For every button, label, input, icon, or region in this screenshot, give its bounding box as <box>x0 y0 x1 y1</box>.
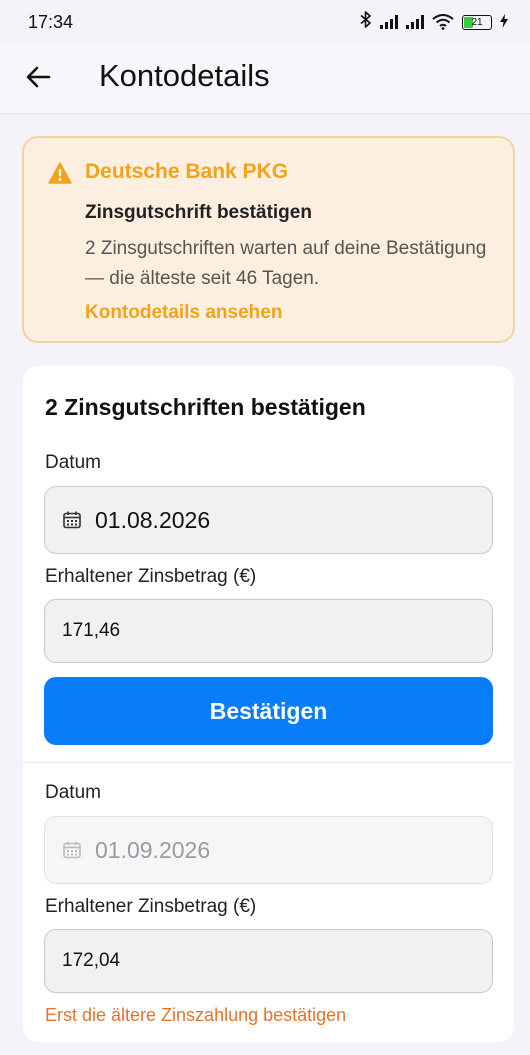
alert-heading: Zinsgutschrift bestätigen <box>85 202 312 223</box>
date-field[interactable]: 01.08.2026 <box>44 486 493 554</box>
amount-input[interactable]: 172,04 <box>44 929 493 993</box>
amount-label: Erhaltener Zinsbetrag (€) <box>45 566 257 587</box>
pending-interest-alert: Deutsche Bank PKG Zinsgutschrift bestäti… <box>22 136 515 343</box>
amount-label: Erhaltener Zinsbetrag (€) <box>45 896 257 917</box>
date-value: 01.08.2026 <box>95 506 211 533</box>
date-value: 01.09.2026 <box>95 836 211 863</box>
status-icons: 21 <box>360 11 508 33</box>
date-label: Datum <box>45 452 101 473</box>
page-title: Kontodetails <box>99 58 270 93</box>
calendar-icon <box>62 840 82 860</box>
date-label: Datum <box>45 782 101 803</box>
app-bar: Kontodetails <box>0 44 530 114</box>
bluetooth-icon <box>360 11 372 33</box>
date-field-disabled: 01.09.2026 <box>44 816 493 884</box>
charging-icon <box>500 13 508 31</box>
alert-bank-name: Deutsche Bank PKG <box>85 160 289 183</box>
calendar-icon <box>62 510 82 530</box>
wifi-icon <box>432 14 454 30</box>
amount-value: 172,04 <box>62 950 121 971</box>
error-message: Erst die ältere Zinszahlung bestätigen <box>45 1005 347 1025</box>
warning-icon <box>48 162 72 184</box>
battery-level: 21 <box>471 16 483 28</box>
alert-body: 2 Zinsgutschriften warten auf deine Best… <box>85 238 487 289</box>
status-time: 17:34 <box>28 11 74 32</box>
signal-icon <box>406 15 424 29</box>
status-bar: 17:34 21 <box>0 0 530 44</box>
divider <box>23 762 514 763</box>
account-details-link[interactable]: Kontodetails ansehen <box>85 302 282 324</box>
battery-icon: 21 <box>462 14 492 30</box>
confirm-interest-card: 2 Zinsgutschriften bestätigen Datum 01.0… <box>23 366 514 1042</box>
amount-value: 171,46 <box>62 620 121 641</box>
signal-icon <box>380 15 398 29</box>
card-title: 2 Zinsgutschriften bestätigen <box>45 394 366 420</box>
confirm-button[interactable]: Bestätigen <box>44 677 493 745</box>
arrow-left-icon[interactable] <box>24 62 54 92</box>
amount-input[interactable]: 171,46 <box>44 599 493 663</box>
